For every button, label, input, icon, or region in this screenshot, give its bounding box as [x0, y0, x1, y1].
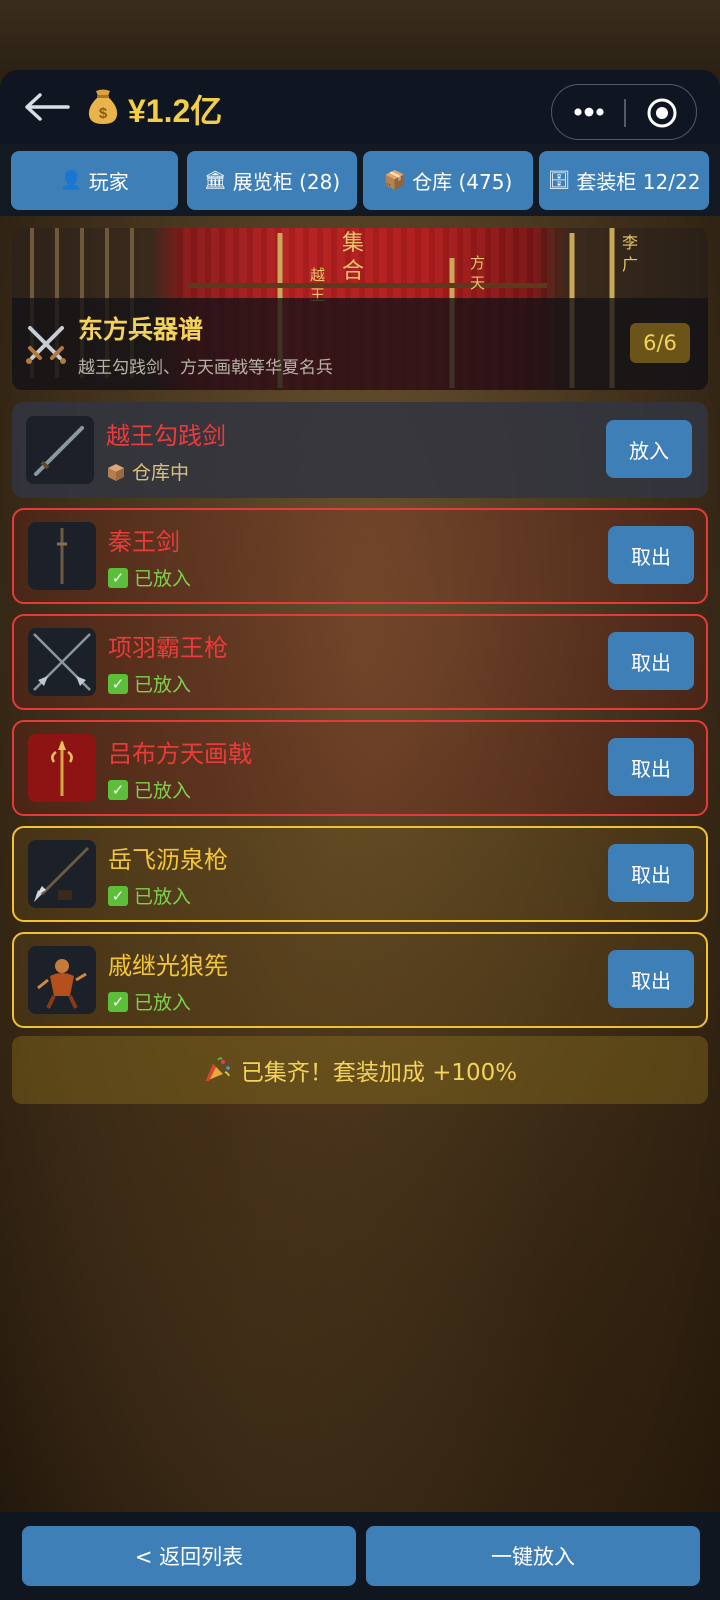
- party-popper-icon: [205, 1057, 230, 1081]
- tab-label: 展览柜 (28): [232, 170, 341, 194]
- item-name: 岳飞沥泉枪: [108, 846, 228, 874]
- item-status-text: 仓库中: [132, 462, 190, 484]
- more-dots-icon[interactable]: [572, 102, 606, 122]
- box-icon: 📦: [383, 170, 407, 191]
- check-icon: ✓: [108, 673, 128, 694]
- set-item-card: 岳飞沥泉枪 ✓ 已放入 取出: [12, 826, 708, 922]
- set-item-card: 项羽霸王枪 ✓ 已放入 取出: [12, 614, 708, 710]
- warrior-figure-icon: [37, 959, 87, 1009]
- item-thumbnail: [26, 416, 94, 484]
- take-out-button[interactable]: 取出: [608, 632, 694, 690]
- set-progress-badge: 6/6: [630, 323, 690, 363]
- svg-text:集: 集: [342, 231, 364, 256]
- header: $ ¥1.2亿: [0, 70, 720, 144]
- item-status: ✓ 已放入: [108, 988, 191, 1015]
- box-icon: [108, 463, 124, 481]
- item-name: 越王勾践剑: [106, 422, 226, 450]
- capsule-divider: [624, 99, 626, 127]
- item-status-text: 已放入: [134, 992, 192, 1014]
- check-icon: ✓: [108, 779, 128, 800]
- back-to-list-button[interactable]: < 返回列表: [22, 1526, 356, 1586]
- set-info-bar: 东方兵器谱 越王勾践剑、方天画戟等华夏名兵 6/6: [12, 298, 708, 390]
- money-bag-icon: $: [88, 89, 118, 124]
- svg-text:天: 天: [470, 274, 485, 292]
- item-thumbnail: [28, 946, 96, 1014]
- check-icon: ✓: [108, 567, 128, 588]
- tab-label: 套装柜 12/22: [576, 170, 701, 194]
- item-thumbnail: [28, 734, 96, 802]
- person-icon: 👤: [60, 170, 83, 191]
- take-out-button[interactable]: 取出: [608, 526, 694, 584]
- sword-icon: [57, 528, 67, 584]
- item-status-text: 已放入: [134, 568, 192, 590]
- check-icon: ✓: [108, 885, 128, 906]
- museum-icon: 🏛: [203, 170, 227, 191]
- take-out-button[interactable]: 取出: [608, 844, 694, 902]
- item-name: 吕布方天画戟: [108, 740, 252, 768]
- tab-warehouse[interactable]: 📦 仓库 (475): [363, 151, 533, 210]
- spear-icon: [34, 846, 90, 902]
- set-bonus-banner: 已集齐！套装加成 +100%: [12, 1036, 708, 1104]
- item-name: 项羽霸王枪: [108, 634, 228, 662]
- svg-text:李: 李: [622, 233, 638, 252]
- set-bonus-text: 已集齐！套装加成 +100%: [240, 1060, 518, 1086]
- item-status: 仓库中: [106, 458, 189, 485]
- halberd-icon: [28, 734, 96, 802]
- item-status-text: 已放入: [134, 780, 192, 802]
- set-item-card: 戚继光狼筅 ✓ 已放入 取出: [12, 932, 708, 1028]
- item-status-text: 已放入: [134, 886, 192, 908]
- back-arrow-icon[interactable]: [22, 90, 70, 124]
- svg-text:方: 方: [470, 254, 485, 272]
- item-status-text: 已放入: [134, 674, 192, 696]
- item-status: ✓ 已放入: [108, 776, 191, 803]
- crossed-spears-icon: [33, 633, 91, 691]
- set-item-card: 越王勾践剑 仓库中 放入: [12, 402, 708, 498]
- put-all-button[interactable]: 一键放入: [366, 1526, 700, 1586]
- item-status: ✓ 已放入: [108, 882, 191, 909]
- take-out-button[interactable]: 取出: [608, 738, 694, 796]
- item-name: 戚继光狼筅: [108, 952, 228, 980]
- top-background: [0, 0, 720, 70]
- check-icon: ✓: [108, 991, 128, 1012]
- take-out-button[interactable]: 取出: [608, 950, 694, 1008]
- tab-label: 仓库 (475): [412, 170, 513, 194]
- money-amount: ¥1.2亿: [128, 93, 223, 129]
- set-banner: 集 合 越 王 方 天 李 广 东方兵器谱 越王勾践剑、方天画戟等华夏名兵 6/…: [12, 228, 708, 390]
- item-status: ✓ 已放入: [108, 564, 191, 591]
- set-description: 越王勾践剑、方天画戟等华夏名兵: [78, 358, 333, 378]
- set-item-card: 吕布方天画戟 ✓ 已放入 取出: [12, 720, 708, 816]
- tab-showcase[interactable]: 🏛 展览柜 (28): [187, 151, 357, 210]
- bottom-action-bar: < 返回列表 一键放入: [0, 1512, 720, 1600]
- close-target-icon[interactable]: [646, 97, 678, 129]
- set-title: 东方兵器谱: [78, 315, 204, 344]
- item-thumbnail: [28, 522, 96, 590]
- item-thumbnail: [28, 628, 96, 696]
- sword-icon: [34, 426, 84, 476]
- svg-text:越: 越: [310, 266, 325, 284]
- crossed-swords-icon: [26, 326, 66, 364]
- svg-text:$: $: [99, 105, 108, 122]
- tab-bar: 👤 玩家 🏛 展览柜 (28) 📦 仓库 (475) 🗄 套装柜 12/22: [0, 144, 720, 216]
- item-status: ✓ 已放入: [108, 670, 191, 697]
- tab-player[interactable]: 👤 玩家: [11, 151, 178, 210]
- tab-label: 玩家: [88, 170, 129, 194]
- cabinet-icon: 🗄: [547, 170, 571, 191]
- item-name: 秦王剑: [108, 528, 180, 556]
- set-item-card: 秦王剑 ✓ 已放入 取出: [12, 508, 708, 604]
- item-thumbnail: [28, 840, 96, 908]
- tab-set-cabinet[interactable]: 🗄 套装柜 12/22: [539, 151, 709, 210]
- svg-text:广: 广: [622, 255, 638, 274]
- put-in-button[interactable]: 放入: [606, 420, 692, 478]
- mini-program-capsule: [551, 84, 697, 140]
- svg-text:合: 合: [342, 259, 364, 284]
